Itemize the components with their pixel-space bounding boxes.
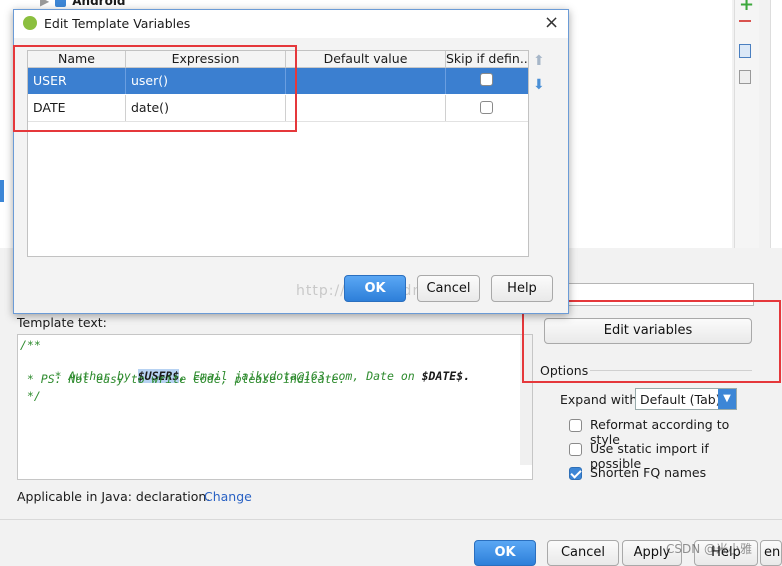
left-selection-stripe: [0, 180, 4, 202]
settings-icon[interactable]: [739, 70, 751, 84]
tree-checkbox[interactable]: [55, 0, 67, 7]
move-down-icon[interactable]: ⬇: [533, 77, 545, 93]
expand-with-select[interactable]: Default (Tab) ▼: [635, 388, 737, 410]
tree-item-label: Android: [72, 0, 126, 8]
dialog-ok-button[interactable]: OK: [344, 275, 406, 302]
row-default-value-cell[interactable]: [286, 68, 446, 94]
shorten-fq-checkbox[interactable]: [569, 467, 582, 480]
footer-divider: [0, 519, 782, 520]
tree-expand-icon[interactable]: ▶: [40, 0, 49, 8]
column-header-default-value[interactable]: Default value: [286, 51, 446, 67]
reformat-checkbox[interactable]: [569, 419, 582, 432]
change-link[interactable]: Change: [204, 489, 252, 504]
option-reformat[interactable]: Reformat according to style: [568, 417, 758, 447]
csdn-watermark: CSDN @米小雅: [666, 542, 753, 556]
side-toolbar: +: [734, 0, 759, 248]
footer-cancel-button[interactable]: Cancel: [547, 540, 619, 566]
option-static-import[interactable]: Use static import if possible: [568, 441, 758, 471]
applicable-label: Applicable in Java: declaration.: [17, 489, 211, 504]
row-skip-checkbox[interactable]: [480, 101, 493, 114]
row-default-value-cell[interactable]: [286, 95, 446, 121]
copy-icon[interactable]: [739, 44, 751, 58]
expand-with-label: Expand with: [560, 392, 638, 407]
dialog-cancel-button[interactable]: Cancel: [417, 275, 480, 302]
footer-ok-button[interactable]: OK: [474, 540, 536, 566]
dialog-help-button[interactable]: Help: [491, 275, 553, 302]
template-line-4: */: [20, 389, 41, 403]
template-line-1: /**: [20, 338, 41, 352]
tree-item-android[interactable]: ▶ Android: [40, 0, 126, 8]
expand-with-value: Default (Tab): [640, 392, 721, 407]
template-line-3: * PS: Not easy to write code, please ind…: [20, 372, 346, 386]
column-header-skip[interactable]: Skip if defin...: [446, 51, 528, 67]
template-text-label: Template text:: [17, 315, 107, 330]
android-icon: [23, 16, 37, 30]
static-import-checkbox[interactable]: [569, 443, 582, 456]
highlight-box-variables: [13, 45, 297, 132]
shorten-fq-label: Shorten FQ names: [590, 465, 707, 480]
plus-icon[interactable]: +: [739, 0, 754, 15]
move-up-icon[interactable]: ⬆: [533, 53, 545, 69]
option-shorten-fq[interactable]: Shorten FQ names: [568, 465, 758, 483]
dialog-title: Edit Template Variables: [44, 16, 191, 31]
minus-icon[interactable]: [739, 20, 751, 22]
close-icon[interactable]: ×: [544, 12, 559, 33]
chevron-down-icon[interactable]: ▼: [718, 389, 736, 409]
footer-partial-button[interactable]: en: [760, 540, 782, 566]
dialog-titlebar: Edit Template Variables ×: [14, 10, 568, 38]
row-skip-checkbox[interactable]: [480, 73, 493, 86]
right-edge-panel: [770, 0, 782, 248]
